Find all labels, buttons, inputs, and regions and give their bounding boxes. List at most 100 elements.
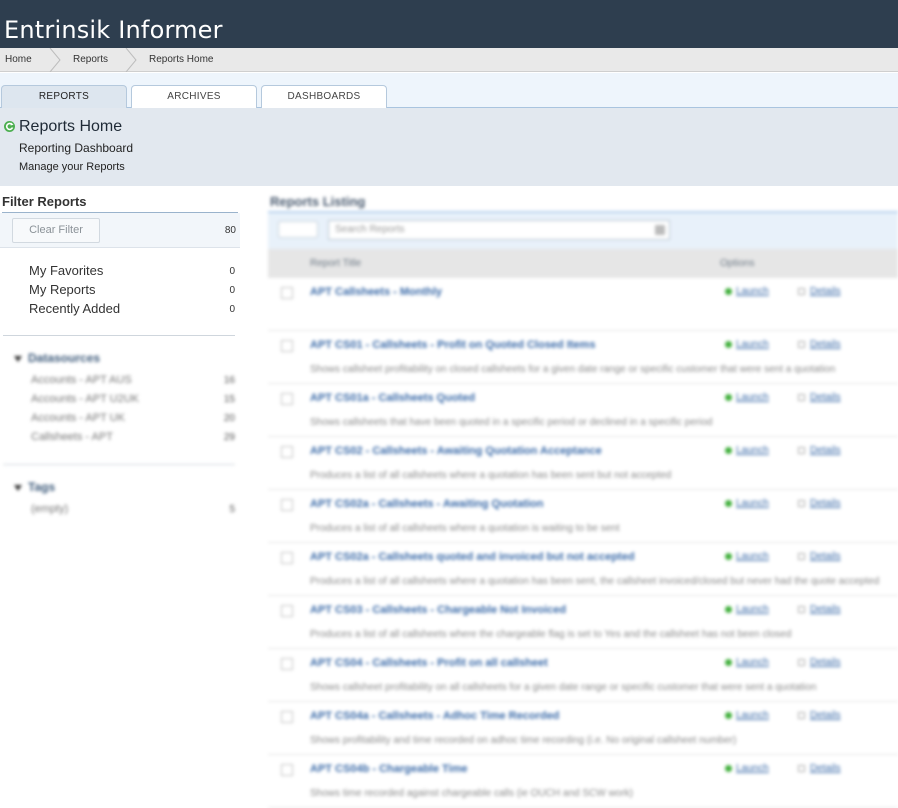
details-label: Details (810, 551, 841, 562)
report-title-link[interactable]: APT CS03 - Callsheets - Chargeable Not I… (310, 604, 566, 616)
row-checkbox[interactable] (281, 287, 293, 299)
filter-my-favorites[interactable]: My Favorites (29, 263, 103, 278)
table-row: APT CS03 - Callsheets - Chargeable Not I… (268, 596, 898, 649)
column-header-options: Options (720, 258, 755, 269)
details-link[interactable]: Details (798, 392, 841, 403)
launch-label: Launch (736, 604, 769, 615)
details-link[interactable]: Details (798, 445, 841, 456)
details-icon (798, 446, 805, 454)
filter-my-reports[interactable]: My Reports (29, 282, 95, 297)
row-checkbox[interactable] (281, 658, 293, 670)
launch-link[interactable]: Launch (725, 763, 769, 774)
breadcrumb-home[interactable]: Home (5, 48, 32, 72)
launch-link[interactable]: Launch (725, 339, 769, 350)
reports-listing: Reports Listing Search Reports Report Ti… (268, 186, 898, 808)
tab-reports[interactable]: REPORTS (1, 85, 127, 108)
details-label: Details (810, 286, 841, 297)
details-link[interactable]: Details (798, 286, 841, 297)
details-link[interactable]: Details (798, 339, 841, 350)
search-input[interactable]: Search Reports (328, 220, 670, 240)
tag-count: 5 (229, 504, 235, 515)
launch-link[interactable]: Launch (725, 445, 769, 456)
launch-label: Launch (736, 657, 769, 668)
select-all-dropdown[interactable] (278, 221, 318, 238)
row-checkbox[interactable] (281, 764, 293, 776)
report-title-link[interactable]: APT CS04b - Chargeable Time (310, 763, 468, 775)
breadcrumb-separator-icon (49, 48, 61, 72)
datasources-label: Datasources (28, 351, 101, 365)
datasource-item[interactable]: Accounts - APT U2UK (31, 393, 139, 405)
table-row: APT CS04b - Chargeable Time Shows time re… (268, 755, 898, 808)
breadcrumb: Home Reports Reports Home (0, 48, 898, 72)
launch-icon (725, 446, 732, 454)
breadcrumb-separator-icon (125, 48, 137, 72)
launch-link[interactable]: Launch (725, 710, 769, 721)
tab-dashboards[interactable]: DASHBOARDS (261, 85, 387, 108)
report-description: Shows callsheets that have been quoted i… (310, 417, 713, 428)
launch-link[interactable]: Launch (725, 498, 769, 509)
row-checkbox[interactable] (281, 446, 293, 458)
report-title-link[interactable]: APT CS02a - Callsheets quoted and invoic… (310, 551, 635, 563)
count-recently-added: 0 (229, 304, 235, 315)
launch-icon (725, 287, 732, 295)
report-title-link[interactable]: APT CS01 - Callsheets - Profit on Quoted… (310, 339, 595, 351)
details-icon (798, 499, 805, 507)
launch-label: Launch (736, 445, 769, 456)
tags-header[interactable]: Tags (14, 480, 55, 494)
launch-link[interactable]: Launch (725, 657, 769, 668)
row-checkbox[interactable] (281, 711, 293, 723)
table-row: APT CS04 - Callsheets - Profit on all ca… (268, 649, 898, 702)
filter-recently-added[interactable]: Recently Added (29, 301, 120, 316)
row-checkbox[interactable] (281, 393, 293, 405)
datasource-item[interactable]: Callsheets - APT (31, 431, 113, 443)
details-link[interactable]: Details (798, 710, 841, 721)
details-icon (798, 658, 805, 666)
tags-label: Tags (28, 480, 56, 494)
breadcrumb-reports[interactable]: Reports (73, 48, 108, 72)
listing-title: Reports Listing (270, 194, 366, 209)
page-title: Reports Home (19, 118, 123, 135)
page-description: Manage your Reports (19, 161, 125, 173)
details-link[interactable]: Details (798, 763, 841, 774)
details-label: Details (810, 498, 841, 509)
column-header-title[interactable]: Report Title (310, 258, 361, 269)
datasource-item[interactable]: Accounts - APT UK (31, 412, 125, 424)
details-icon (798, 605, 805, 613)
launch-link[interactable]: Launch (725, 604, 769, 615)
report-description: Shows callsheet profitability on closed … (310, 364, 836, 375)
row-checkbox[interactable] (281, 340, 293, 352)
tab-bar: REPORTS ARCHIVES DASHBOARDS (0, 73, 898, 108)
clear-filter-button[interactable]: Clear Filter (12, 218, 100, 243)
launch-link[interactable]: Launch (725, 551, 769, 562)
details-link[interactable]: Details (798, 551, 841, 562)
details-link[interactable]: Details (798, 657, 841, 668)
clear-search-icon[interactable] (655, 225, 665, 235)
details-icon (798, 764, 805, 772)
report-title-link[interactable]: APT Callsheets - Monthly (310, 286, 442, 298)
tab-archives[interactable]: ARCHIVES (131, 85, 257, 108)
report-title-link[interactable]: APT CS02a - Callsheets - Awaiting Quotat… (310, 498, 543, 510)
launch-label: Launch (736, 392, 769, 403)
tag-item[interactable]: (empty) (31, 503, 68, 515)
launch-link[interactable]: Launch (725, 392, 769, 403)
table-row: APT CS01 - Callsheets - Profit on Quoted… (268, 331, 898, 384)
datasource-item[interactable]: Accounts - APT AUS (31, 374, 132, 386)
details-icon (798, 393, 805, 401)
details-label: Details (810, 710, 841, 721)
row-checkbox[interactable] (281, 552, 293, 564)
report-title-link[interactable]: APT CS02 - Callsheets - Awaiting Quotati… (310, 445, 602, 457)
launch-icon (725, 340, 732, 348)
launch-link[interactable]: Launch (725, 286, 769, 297)
row-checkbox[interactable] (281, 499, 293, 511)
row-checkbox[interactable] (281, 605, 293, 617)
report-title-link[interactable]: APT CS04 - Callsheets - Profit on all ca… (310, 657, 548, 669)
app-header: Entrinsik Informer (0, 0, 898, 48)
report-description: Produces a list of all callsheets where … (310, 629, 792, 640)
table-row: APT CS01a - Callsheets Quoted Shows calls… (268, 384, 898, 437)
datasources-header[interactable]: Datasources (14, 351, 100, 365)
report-title-link[interactable]: APT CS01a - Callsheets Quoted (310, 392, 475, 404)
details-link[interactable]: Details (798, 604, 841, 615)
report-title-link[interactable]: APT CS04a - Callsheets - Adhoc Time Reco… (310, 710, 559, 722)
datasource-count: 20 (223, 413, 235, 424)
details-link[interactable]: Details (798, 498, 841, 509)
